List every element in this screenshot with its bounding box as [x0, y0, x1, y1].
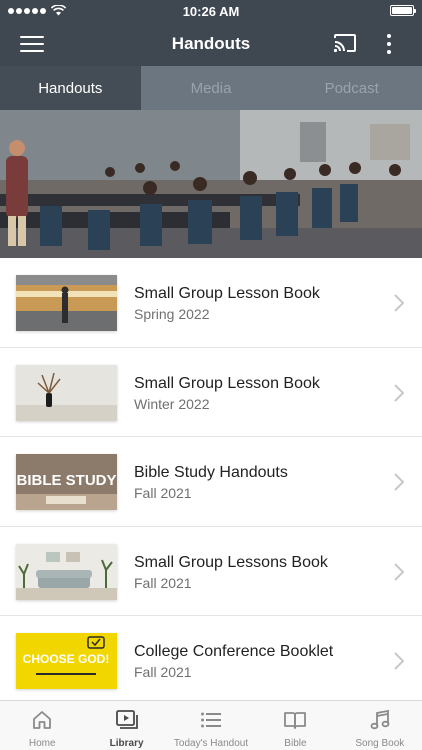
signal-strength: [8, 5, 66, 16]
book-icon: [284, 712, 307, 729]
chevron-right-icon: [394, 473, 404, 491]
chevron-right-icon: [394, 562, 404, 581]
tab-label: Song Book: [355, 738, 405, 749]
item-subtitle: Fall 2021: [134, 574, 192, 591]
train-thumbnail: [16, 275, 117, 331]
hero-image: [0, 110, 422, 258]
bible-study-thumbnail: BIBLE STUDY: [16, 454, 117, 510]
list-item[interactable]: Small Group Lessons Book Fall 2021: [0, 526, 422, 616]
vase-thumbnail: [16, 364, 117, 421]
item-title: Small Group Lesson Book: [134, 374, 320, 392]
tab-label: Today's Handout: [173, 738, 249, 749]
classroom-photo: [0, 110, 422, 258]
list-item[interactable]: Small Group Lesson Book Winter 2022: [0, 347, 422, 437]
status-time: 10:26 AM: [182, 3, 240, 19]
list-item[interactable]: Small Group Lesson Book Spring 2022: [0, 258, 422, 348]
battery-icon: [390, 5, 416, 16]
chevron-right-icon: [394, 383, 404, 402]
living-room-thumbnail: [16, 543, 117, 600]
library-icon: [115, 710, 138, 729]
item-subtitle: Spring 2022: [134, 306, 210, 322]
tab-home[interactable]: Home: [0, 701, 84, 750]
list-item[interactable]: CHOOSE GOD! College Conference Booklet F…: [0, 616, 422, 706]
choose-god-thumbnail: CHOOSE GOD!: [16, 633, 117, 689]
status-bar: 10:26 AM: [0, 0, 422, 22]
tab-todays-handout[interactable]: Today's Handout: [169, 701, 253, 750]
list-item[interactable]: BIBLE STUDY Bible Study Handouts Fall 20…: [0, 437, 422, 527]
tab-label: Bible: [284, 738, 307, 749]
music-note-icon: [370, 709, 390, 730]
signal-dots-icon: [8, 7, 46, 14]
more-options-icon[interactable]: [382, 32, 396, 56]
navigation-bar: Handouts: [0, 22, 422, 66]
page-title: Handouts: [171, 34, 251, 53]
tab-handouts[interactable]: Handouts: [0, 66, 141, 110]
cast-icon[interactable]: [333, 33, 357, 53]
item-subtitle: Fall 2021: [134, 485, 192, 501]
chevron-right-icon: [394, 652, 404, 670]
wifi-icon: [51, 5, 66, 16]
item-subtitle: Fall 2021: [134, 664, 192, 680]
chevron-right-icon: [394, 294, 404, 312]
item-title: Bible Study Handouts: [134, 464, 288, 481]
tab-library[interactable]: Library: [84, 701, 168, 750]
thumbnail-text: BIBLE STUDY: [16, 472, 116, 489]
thumbnail-text: CHOOSE GOD!: [23, 652, 110, 666]
handout-list: Small Group Lesson Book Spring 2022 Smal…: [0, 258, 422, 706]
tab-bible[interactable]: Bible: [253, 701, 337, 750]
tab-label: Home: [28, 738, 56, 749]
segment-tabs: Handouts Media Podcast: [0, 66, 422, 110]
list-icon: [201, 712, 222, 728]
item-title: Small Group Lessons Book: [134, 553, 328, 571]
home-icon: [33, 711, 52, 729]
tab-podcast[interactable]: Podcast: [281, 66, 422, 110]
tab-media[interactable]: Media: [141, 66, 282, 110]
item-title: Small Group Lesson Book: [134, 285, 320, 302]
item-subtitle: Winter 2022: [134, 395, 210, 412]
tab-label: Library: [109, 738, 144, 749]
bottom-tab-bar: Home Library Today's Handout Bible Song …: [0, 700, 422, 750]
tab-song-book[interactable]: Song Book: [338, 701, 422, 750]
item-title: College Conference Booklet: [134, 643, 334, 660]
